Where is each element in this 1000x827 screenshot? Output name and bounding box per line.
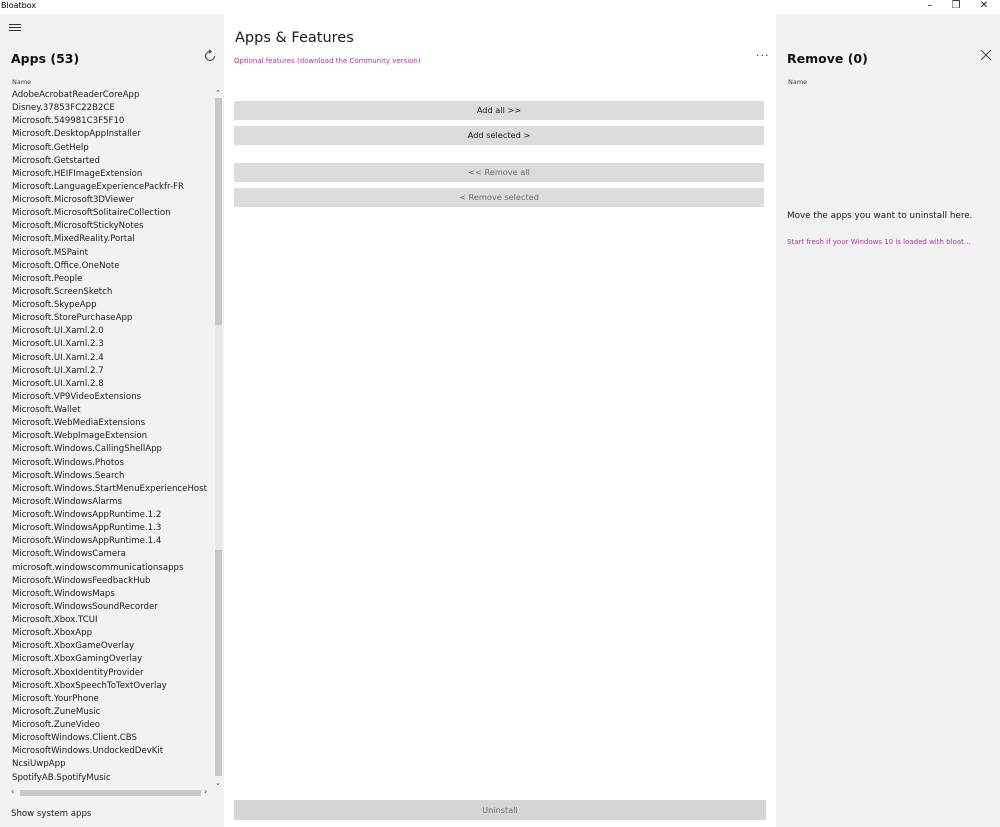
app-list-item[interactable]: Microsoft.LanguageExperiencePackfr-FR: [0, 181, 213, 194]
app-list-item[interactable]: Microsoft.Xbox.TCUI: [0, 614, 213, 627]
app-list-item[interactable]: Microsoft.SkypeApp: [0, 299, 213, 312]
app-list-item[interactable]: Microsoft.MixedReality.Portal: [0, 233, 213, 246]
horizontal-scroll-thumb[interactable]: [20, 790, 201, 796]
app-list-item[interactable]: Microsoft.XboxSpeechToTextOverlay: [0, 680, 213, 693]
optional-features-link[interactable]: Optional features (download the Communit…: [234, 57, 421, 65]
app-list-item[interactable]: Disney.37853FC22B2CE: [0, 102, 213, 115]
refresh-icon[interactable]: [203, 49, 217, 63]
close-window-button[interactable]: ✕: [970, 0, 998, 14]
app-list-item[interactable]: Microsoft.WindowsCamera: [0, 548, 213, 561]
start-fresh-link[interactable]: Start fresh if your Windows 10 is loaded…: [787, 238, 971, 246]
app-list-item[interactable]: Microsoft.MicrosoftSolitaireCollection: [0, 207, 213, 220]
app-list-item[interactable]: Microsoft.UI.Xaml.2.3: [0, 338, 213, 351]
apps-pane: Apps (53) Name AdobeAcrobatReaderCoreApp…: [0, 14, 224, 827]
app-list-item[interactable]: AdobeAcrobatReaderCoreApp: [0, 89, 213, 102]
remove-all-button[interactable]: << Remove all: [234, 163, 764, 182]
title-bar: Bloatbox – ❐ ✕: [0, 0, 1000, 14]
app-list-item[interactable]: Microsoft.WindowsSoundRecorder: [0, 601, 213, 614]
app-list-item[interactable]: Microsoft.UI.Xaml.2.7: [0, 365, 213, 378]
scroll-left-icon[interactable]: ‹: [11, 787, 14, 796]
remove-title: Remove (0): [787, 51, 868, 66]
app-list-item[interactable]: Microsoft.ZuneVideo: [0, 719, 213, 732]
app-list-item[interactable]: Microsoft.WindowsAppRuntime.1.3: [0, 522, 213, 535]
app-list-item[interactable]: Microsoft.WindowsMaps: [0, 588, 213, 601]
uninstall-button[interactable]: Uninstall: [234, 800, 766, 820]
app-list-item[interactable]: Microsoft.GetHelp: [0, 142, 213, 155]
app-list-item[interactable]: Microsoft.Wallet: [0, 404, 213, 417]
app-list-item[interactable]: Microsoft.Microsoft3DViewer: [0, 194, 213, 207]
app-list-item[interactable]: SpotifyAB.SpotifyMusic: [0, 772, 213, 785]
app-list-item[interactable]: Microsoft.WindowsFeedbackHub: [0, 575, 213, 588]
app-list-item[interactable]: Microsoft.WindowsAppRuntime.1.4: [0, 535, 213, 548]
app-list-item[interactable]: Microsoft.Windows.Search: [0, 470, 213, 483]
remove-pane: Remove (0) Name Move the apps you want t…: [776, 14, 1000, 827]
app-list-item[interactable]: microsoft.windowscommunicationsapps: [0, 562, 213, 575]
app-list-item[interactable]: NcsiUwpApp: [0, 758, 213, 771]
app-list-item[interactable]: Microsoft.YourPhone: [0, 693, 213, 706]
app-list-item[interactable]: Microsoft.Getstarted: [0, 155, 213, 168]
app-list-item[interactable]: Microsoft.XboxGamingOverlay: [0, 653, 213, 666]
app-list-item[interactable]: Microsoft.StorePurchaseApp: [0, 312, 213, 325]
show-system-apps-link[interactable]: Show system apps: [11, 809, 91, 819]
remove-name-column-header[interactable]: Name: [788, 78, 807, 86]
page-title: Apps & Features: [235, 30, 354, 46]
close-pane-icon[interactable]: [980, 49, 992, 61]
app-list-item[interactable]: Microsoft.XboxApp: [0, 627, 213, 640]
app-list-item[interactable]: Microsoft.Office.OneNote: [0, 260, 213, 273]
apps-vertical-scrollbar[interactable]: ⌃ ⌄: [213, 89, 224, 787]
app-list-item[interactable]: Microsoft.MSPaint: [0, 247, 213, 260]
app-list-item[interactable]: Microsoft.Windows.StartMenuExperienceHos…: [0, 483, 213, 496]
app-list-item[interactable]: Microsoft.Windows.Photos: [0, 457, 213, 470]
app-list-item[interactable]: Microsoft.UI.Xaml.2.8: [0, 378, 213, 391]
app-list-item[interactable]: Microsoft.UI.Xaml.2.0: [0, 325, 213, 338]
app-list-item[interactable]: Microsoft.ZuneMusic: [0, 706, 213, 719]
app-list-item[interactable]: Microsoft.WindowsAppRuntime.1.2: [0, 509, 213, 522]
empty-remove-message: Move the apps you want to uninstall here…: [787, 211, 973, 221]
app-list-item[interactable]: Microsoft.WindowsAlarms: [0, 496, 213, 509]
app-list-item[interactable]: Microsoft.ScreenSketch: [0, 286, 213, 299]
apps-title: Apps (53): [11, 51, 80, 66]
window-title: Bloatbox: [1, 1, 37, 10]
scroll-thumb-lower[interactable]: [215, 550, 222, 776]
app-list-item[interactable]: Microsoft.UI.Xaml.2.4: [0, 352, 213, 365]
app-list-item[interactable]: MicrosoftWindows.Client.CBS: [0, 732, 213, 745]
remove-selected-button[interactable]: < Remove selected: [234, 188, 764, 207]
scroll-thumb[interactable]: [215, 98, 222, 325]
app-list-item[interactable]: Microsoft.WebpImageExtension: [0, 430, 213, 443]
app-list-item[interactable]: Microsoft.XboxIdentityProvider: [0, 667, 213, 680]
app-list-item[interactable]: Microsoft.People: [0, 273, 213, 286]
add-selected-button[interactable]: Add selected >: [234, 126, 764, 145]
app-list-item[interactable]: Microsoft.DesktopAppInstaller: [0, 128, 213, 141]
add-all-button[interactable]: Add all >>: [234, 101, 764, 120]
app-list-item[interactable]: Microsoft.WebMediaExtensions: [0, 417, 213, 430]
minimize-button[interactable]: –: [916, 0, 944, 14]
scroll-right-icon[interactable]: ›: [204, 787, 207, 796]
apps-name-column-header[interactable]: Name: [12, 78, 31, 86]
app-list-item[interactable]: MicrosoftWindows.UndockedDevKit: [0, 745, 213, 758]
restore-button[interactable]: ❐: [942, 0, 970, 14]
scroll-down-icon[interactable]: ⌄: [215, 779, 221, 787]
app-list-item[interactable]: Microsoft.Windows.CallingShellApp: [0, 443, 213, 456]
app-list-item[interactable]: Microsoft.XboxGameOverlay: [0, 640, 213, 653]
apps-list: AdobeAcrobatReaderCoreApp Disney.37853FC2…: [0, 89, 213, 787]
app-list-item[interactable]: Microsoft.VP9VideoExtensions: [0, 391, 213, 404]
scroll-up-icon[interactable]: ⌃: [215, 89, 221, 97]
apps-horizontal-scrollbar[interactable]: ‹ ›: [0, 787, 213, 798]
app-list-item[interactable]: Microsoft.549981C3F5F10: [0, 115, 213, 128]
app-list-item[interactable]: Microsoft.MicrosoftStickyNotes: [0, 220, 213, 233]
app-list-item[interactable]: Microsoft.HEIFImageExtension: [0, 168, 213, 181]
hamburger-menu-icon[interactable]: [9, 24, 21, 32]
more-options-icon[interactable]: ···: [756, 49, 770, 62]
